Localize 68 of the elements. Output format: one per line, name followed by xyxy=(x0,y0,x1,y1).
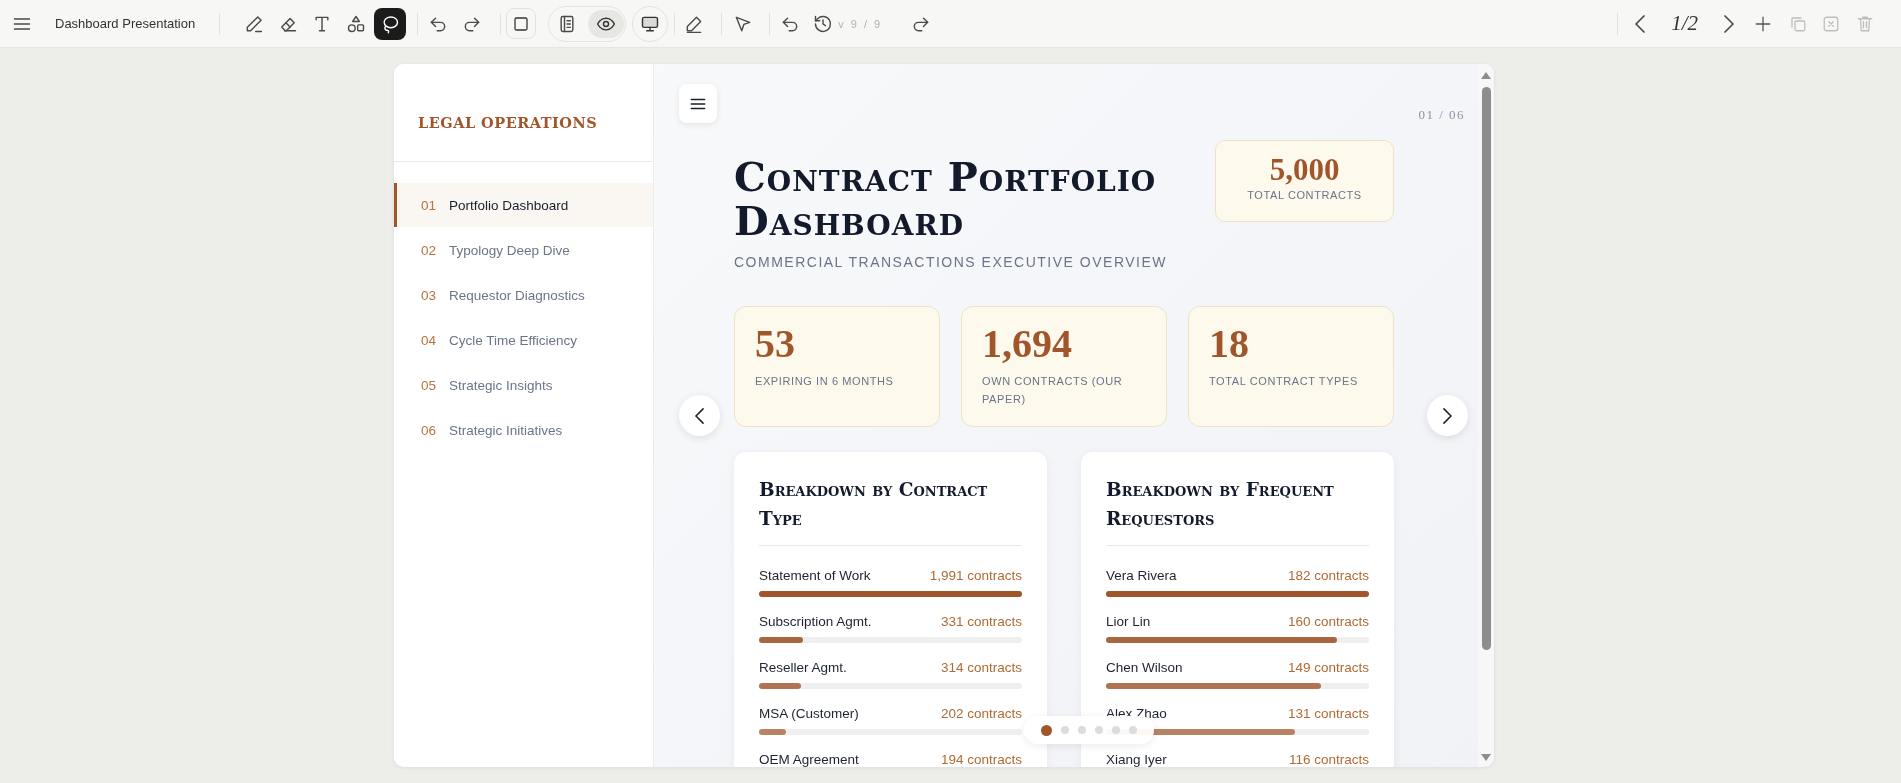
sidebar-item[interactable]: 02 Typology Deep Dive xyxy=(394,228,653,272)
row-label: Subscription Agmt. xyxy=(759,614,872,630)
card-title: Breakdown by Contract Type xyxy=(759,478,989,531)
lasso-button[interactable] xyxy=(374,7,407,40)
lasso-icon xyxy=(380,13,401,34)
plus-icon[interactable] xyxy=(1754,14,1772,33)
scroll-thumb[interactable] xyxy=(1481,87,1491,650)
pencil-icon[interactable] xyxy=(244,13,265,34)
sidebar-item[interactable]: 03 Requestor Diagnostics xyxy=(394,273,653,317)
row-value: 160 contracts xyxy=(1287,614,1369,630)
pagination-dot[interactable] xyxy=(1129,726,1137,734)
pagination-dot[interactable] xyxy=(1061,726,1069,734)
sidebar-item[interactable]: 01 Portfolio Dashboard xyxy=(394,183,653,227)
slide-counter: 01 / 06 xyxy=(1418,107,1465,123)
row-label: Reseller Agmt. xyxy=(759,660,847,676)
pagination-dot[interactable] xyxy=(1041,724,1052,736)
total-value: 5,000 xyxy=(1269,153,1340,187)
row-value: 116 contracts xyxy=(1288,752,1369,767)
stat-label: TOTAL CONTRACT TYPES xyxy=(1209,374,1358,389)
stat-value: 1,694 xyxy=(982,322,1072,366)
row-value: 131 contracts xyxy=(1287,706,1369,722)
sidebar-item[interactable]: 06 Strategic Initiatives xyxy=(394,408,653,452)
row-label: Statement of Work xyxy=(759,568,871,584)
chevron-right-icon xyxy=(1443,407,1452,424)
history-icon[interactable] xyxy=(813,13,834,34)
stat-label: EXPIRING IN 6 MONTHS xyxy=(755,374,894,389)
sidebar-item[interactable]: 05 Strategic Insights xyxy=(394,363,653,407)
row-label: OEM Agreement xyxy=(759,752,859,767)
chevron-left-icon xyxy=(695,407,704,424)
scroll-down-icon[interactable] xyxy=(1481,754,1491,761)
eye-button[interactable] xyxy=(588,9,625,38)
row-value: 149 contracts xyxy=(1287,660,1369,676)
slide-title: Contract Portfolio Dashboard xyxy=(734,155,1158,243)
row-label: Lior Lin xyxy=(1106,614,1151,630)
row-value: 314 contracts xyxy=(940,660,1022,676)
slide-subtitle: COMMERCIAL TRANSACTIONS EXECUTIVE OVERVIEW xyxy=(734,253,1168,272)
pagination-dot[interactable] xyxy=(1078,726,1086,734)
chevron-right-icon[interactable] xyxy=(1724,14,1734,33)
pagination-dot[interactable] xyxy=(1112,726,1120,734)
stat-label: OWN CONTRACTS (OUR PAPER) xyxy=(982,374,1124,407)
card-title: Breakdown by Frequent Requestors xyxy=(1106,478,1335,531)
previous-button[interactable] xyxy=(679,395,720,436)
pagination-dot[interactable] xyxy=(1095,726,1103,734)
sidebar-item[interactable]: 04 Cycle Time Efficiency xyxy=(394,318,653,362)
version-label: v 9 / 9 xyxy=(838,17,883,30)
menu-button[interactable] xyxy=(679,84,717,123)
row-label: Vera Rivera xyxy=(1106,568,1177,584)
row-value: 202 contracts xyxy=(940,706,1022,722)
sidebar-heading: LEGAL OPERATIONS xyxy=(418,113,598,133)
next-button[interactable] xyxy=(1427,395,1468,436)
row-value: 194 contracts xyxy=(940,752,1022,767)
document-title: Dashboard Presentation xyxy=(55,16,196,31)
row-label: MSA (Customer) xyxy=(759,706,859,722)
row-value: 182 contracts xyxy=(1287,568,1369,584)
row-value: 331 contracts xyxy=(940,614,1022,630)
chevron-left-icon[interactable] xyxy=(1635,14,1646,33)
scroll-up-icon[interactable] xyxy=(1481,72,1491,79)
square-button[interactable] xyxy=(506,8,537,39)
row-label: Xiang Iyer xyxy=(1106,752,1167,767)
square-icon xyxy=(512,14,531,33)
shapes-icon[interactable] xyxy=(346,13,367,34)
page-indicator: 1/2 xyxy=(1671,11,1698,36)
stat-value: 53 xyxy=(755,322,795,366)
row-value: 1,991 contracts xyxy=(929,568,1022,584)
row-label: Chen Wilson xyxy=(1106,660,1183,676)
stat-value: 18 xyxy=(1209,322,1249,366)
total-label: TOTAL CONTRACTS xyxy=(1247,188,1362,203)
row-label: Alex Zhao xyxy=(1106,706,1167,722)
